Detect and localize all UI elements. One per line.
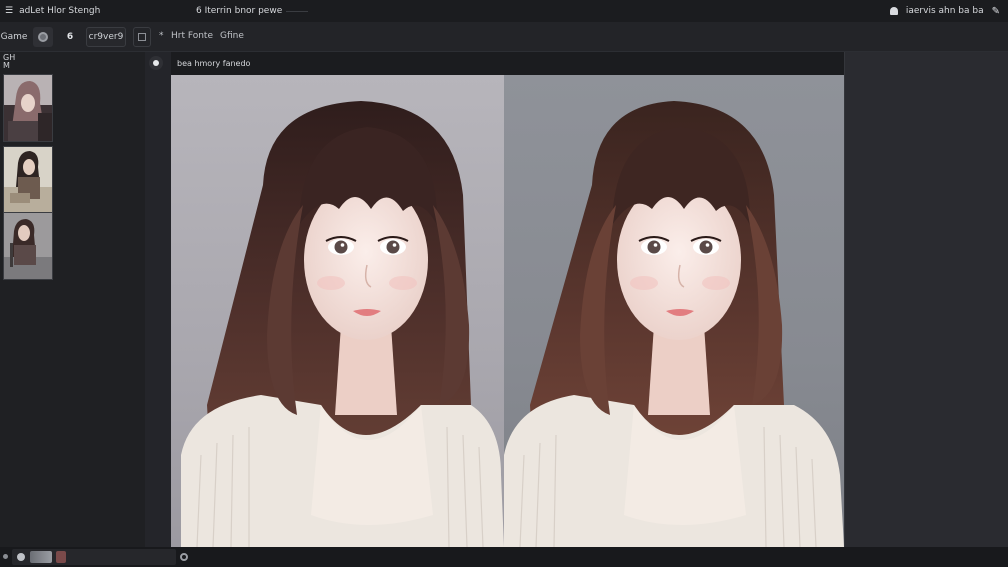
canvas-header-label: bea hmory fanedo (177, 59, 251, 68)
window-title: adLet Hlor Stengh (19, 6, 101, 16)
menu-fine[interactable]: Gfine (220, 31, 244, 41)
thumbnail-3[interactable] (3, 212, 53, 280)
portrait-right (504, 101, 844, 547)
app-logo-icon[interactable]: ☰ (5, 6, 13, 16)
brush-icon[interactable] (30, 551, 52, 563)
color-swatch-icon[interactable] (56, 551, 66, 563)
canvas-header: bea hmory fanedo (171, 52, 844, 75)
layer-dropdown-value: cr9ver9 (88, 32, 124, 42)
eye-toggle-icon[interactable] (149, 56, 163, 70)
settings-icon[interactable] (180, 553, 188, 561)
portrait-left (181, 101, 504, 547)
game-button[interactable]: Game (0, 27, 28, 47)
thumbnail-1-image (4, 75, 52, 141)
image-panel-left[interactable] (171, 75, 504, 547)
sidebar-gutter (145, 52, 171, 547)
thumbnail-1[interactable] (3, 74, 53, 142)
menu-font[interactable]: Hrt Fonte (171, 31, 213, 41)
account-label[interactable]: iaervis ahn ba ba (906, 6, 984, 16)
sidebar-header: GH M (3, 54, 17, 70)
eye-icon[interactable] (17, 553, 25, 561)
image-panel-right[interactable] (504, 75, 844, 547)
bell-icon[interactable] (889, 7, 898, 15)
toolbar: Game 6 cr9ver9 * Hrt Fonte Gfine (0, 22, 1008, 52)
status-bar (0, 547, 1008, 567)
edit-icon[interactable]: ✎ (992, 6, 1000, 17)
status-dot-icon (3, 554, 8, 559)
thumbnail-2-image (4, 147, 52, 213)
mode-button-label: 6 (66, 32, 74, 42)
grid-button[interactable] (133, 27, 151, 47)
image-canvas[interactable] (171, 75, 844, 547)
sidebar-header-text: GH M (3, 53, 16, 70)
document-title: 6 Iterrin bnor pewe (196, 6, 283, 16)
star-marker: * (159, 31, 164, 41)
thumbnail-2[interactable] (3, 146, 53, 214)
thumbnail-3-image (4, 213, 52, 279)
status-track[interactable] (12, 549, 176, 565)
sidebar: GH M (0, 52, 145, 547)
target-button[interactable] (33, 27, 53, 47)
game-button-label: Game (0, 32, 28, 42)
title-bar: ☰ adLet Hlor Stengh 6 Iterrin bnor pewe … (0, 0, 1008, 22)
title-divider (286, 10, 309, 12)
layer-dropdown[interactable]: cr9ver9 (86, 27, 126, 47)
grid-icon (138, 33, 146, 41)
mode-button[interactable]: 6 (60, 27, 80, 47)
properties-panel (844, 52, 1008, 547)
target-icon (38, 32, 48, 42)
